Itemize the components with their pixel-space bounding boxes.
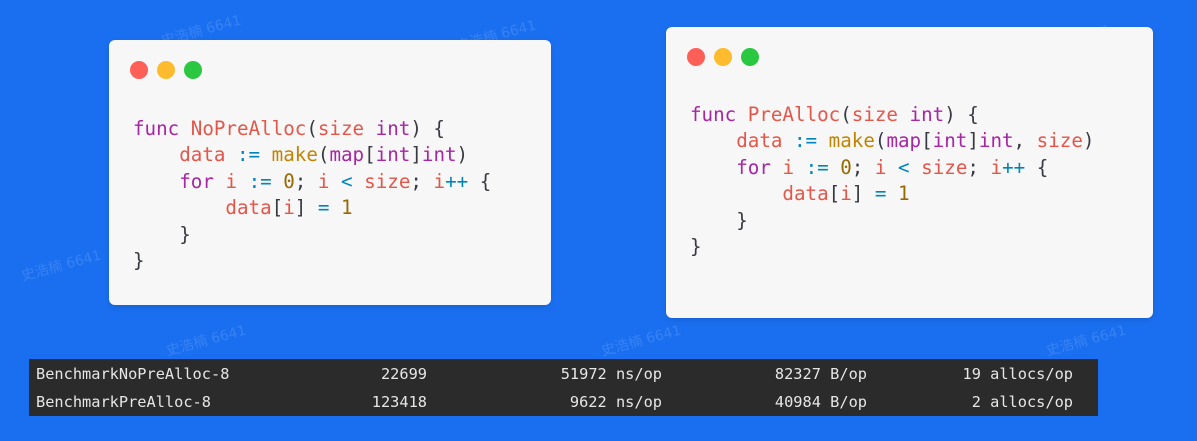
watermark: 史浩楠 6641 xyxy=(164,322,249,360)
watermark: 史浩楠 6641 xyxy=(1044,322,1129,360)
benchmark-row: BenchmarkPreAlloc-8 123418 9622 ns/op 40… xyxy=(29,388,1098,416)
watermark: 史浩楠 6641 xyxy=(19,247,104,285)
watermark: 史浩楠 6641 xyxy=(599,322,684,360)
code-line: data := make(map[int]int, size) xyxy=(736,129,1095,153)
code-block: func PreAlloc(size int) { data := make(m… xyxy=(690,102,1094,260)
benchmark-output: BenchmarkNoPreAlloc-8 22699 51972 ns/op … xyxy=(29,359,1098,416)
code-window-no-prealloc: func NoPreAlloc(size int) { data := make… xyxy=(109,40,551,305)
benchmark-name: BenchmarkPreAlloc-8 xyxy=(36,393,211,411)
code-line: for i := 0; i < size; i++ { xyxy=(736,155,1049,179)
benchmark-bytes-op: 40984 B/op xyxy=(774,393,867,411)
maximize-dot-icon xyxy=(184,61,202,79)
code-line: } xyxy=(736,208,748,232)
code-line: func NoPreAlloc(size int) { xyxy=(133,117,445,140)
code-window-prealloc: func PreAlloc(size int) { data := make(m… xyxy=(666,27,1153,318)
benchmark-ns-op: 51972 ns/op xyxy=(560,365,662,383)
benchmark-iterations: 123418 xyxy=(371,393,427,411)
minimize-dot-icon xyxy=(714,48,732,66)
close-dot-icon xyxy=(687,48,705,66)
window-controls xyxy=(687,48,759,66)
code-line: } xyxy=(133,249,145,273)
benchmark-iterations: 22699 xyxy=(380,365,427,383)
benchmark-ns-op: 9622 ns/op xyxy=(569,393,662,411)
benchmark-allocs-op: 19 allocs/op xyxy=(962,365,1073,383)
minimize-dot-icon xyxy=(157,61,175,79)
benchmark-name: BenchmarkNoPreAlloc-8 xyxy=(36,365,230,383)
code-line: data[i] = 1 xyxy=(782,182,910,206)
window-controls xyxy=(130,61,202,79)
code-line: data := make(map[int]int) xyxy=(179,143,469,167)
code-line: func PreAlloc(size int) { xyxy=(690,103,979,126)
code-block: func NoPreAlloc(size int) { data := make… xyxy=(133,116,491,274)
close-dot-icon xyxy=(130,61,148,79)
code-line: } xyxy=(690,235,702,259)
code-line: for i := 0; i < size; i++ { xyxy=(179,169,492,193)
code-line: } xyxy=(179,222,191,246)
benchmark-row: BenchmarkNoPreAlloc-8 22699 51972 ns/op … xyxy=(29,360,1098,388)
benchmark-bytes-op: 82327 B/op xyxy=(774,365,867,383)
maximize-dot-icon xyxy=(741,48,759,66)
code-line: data[i] = 1 xyxy=(225,196,353,220)
benchmark-allocs-op: 2 allocs/op xyxy=(971,393,1073,411)
